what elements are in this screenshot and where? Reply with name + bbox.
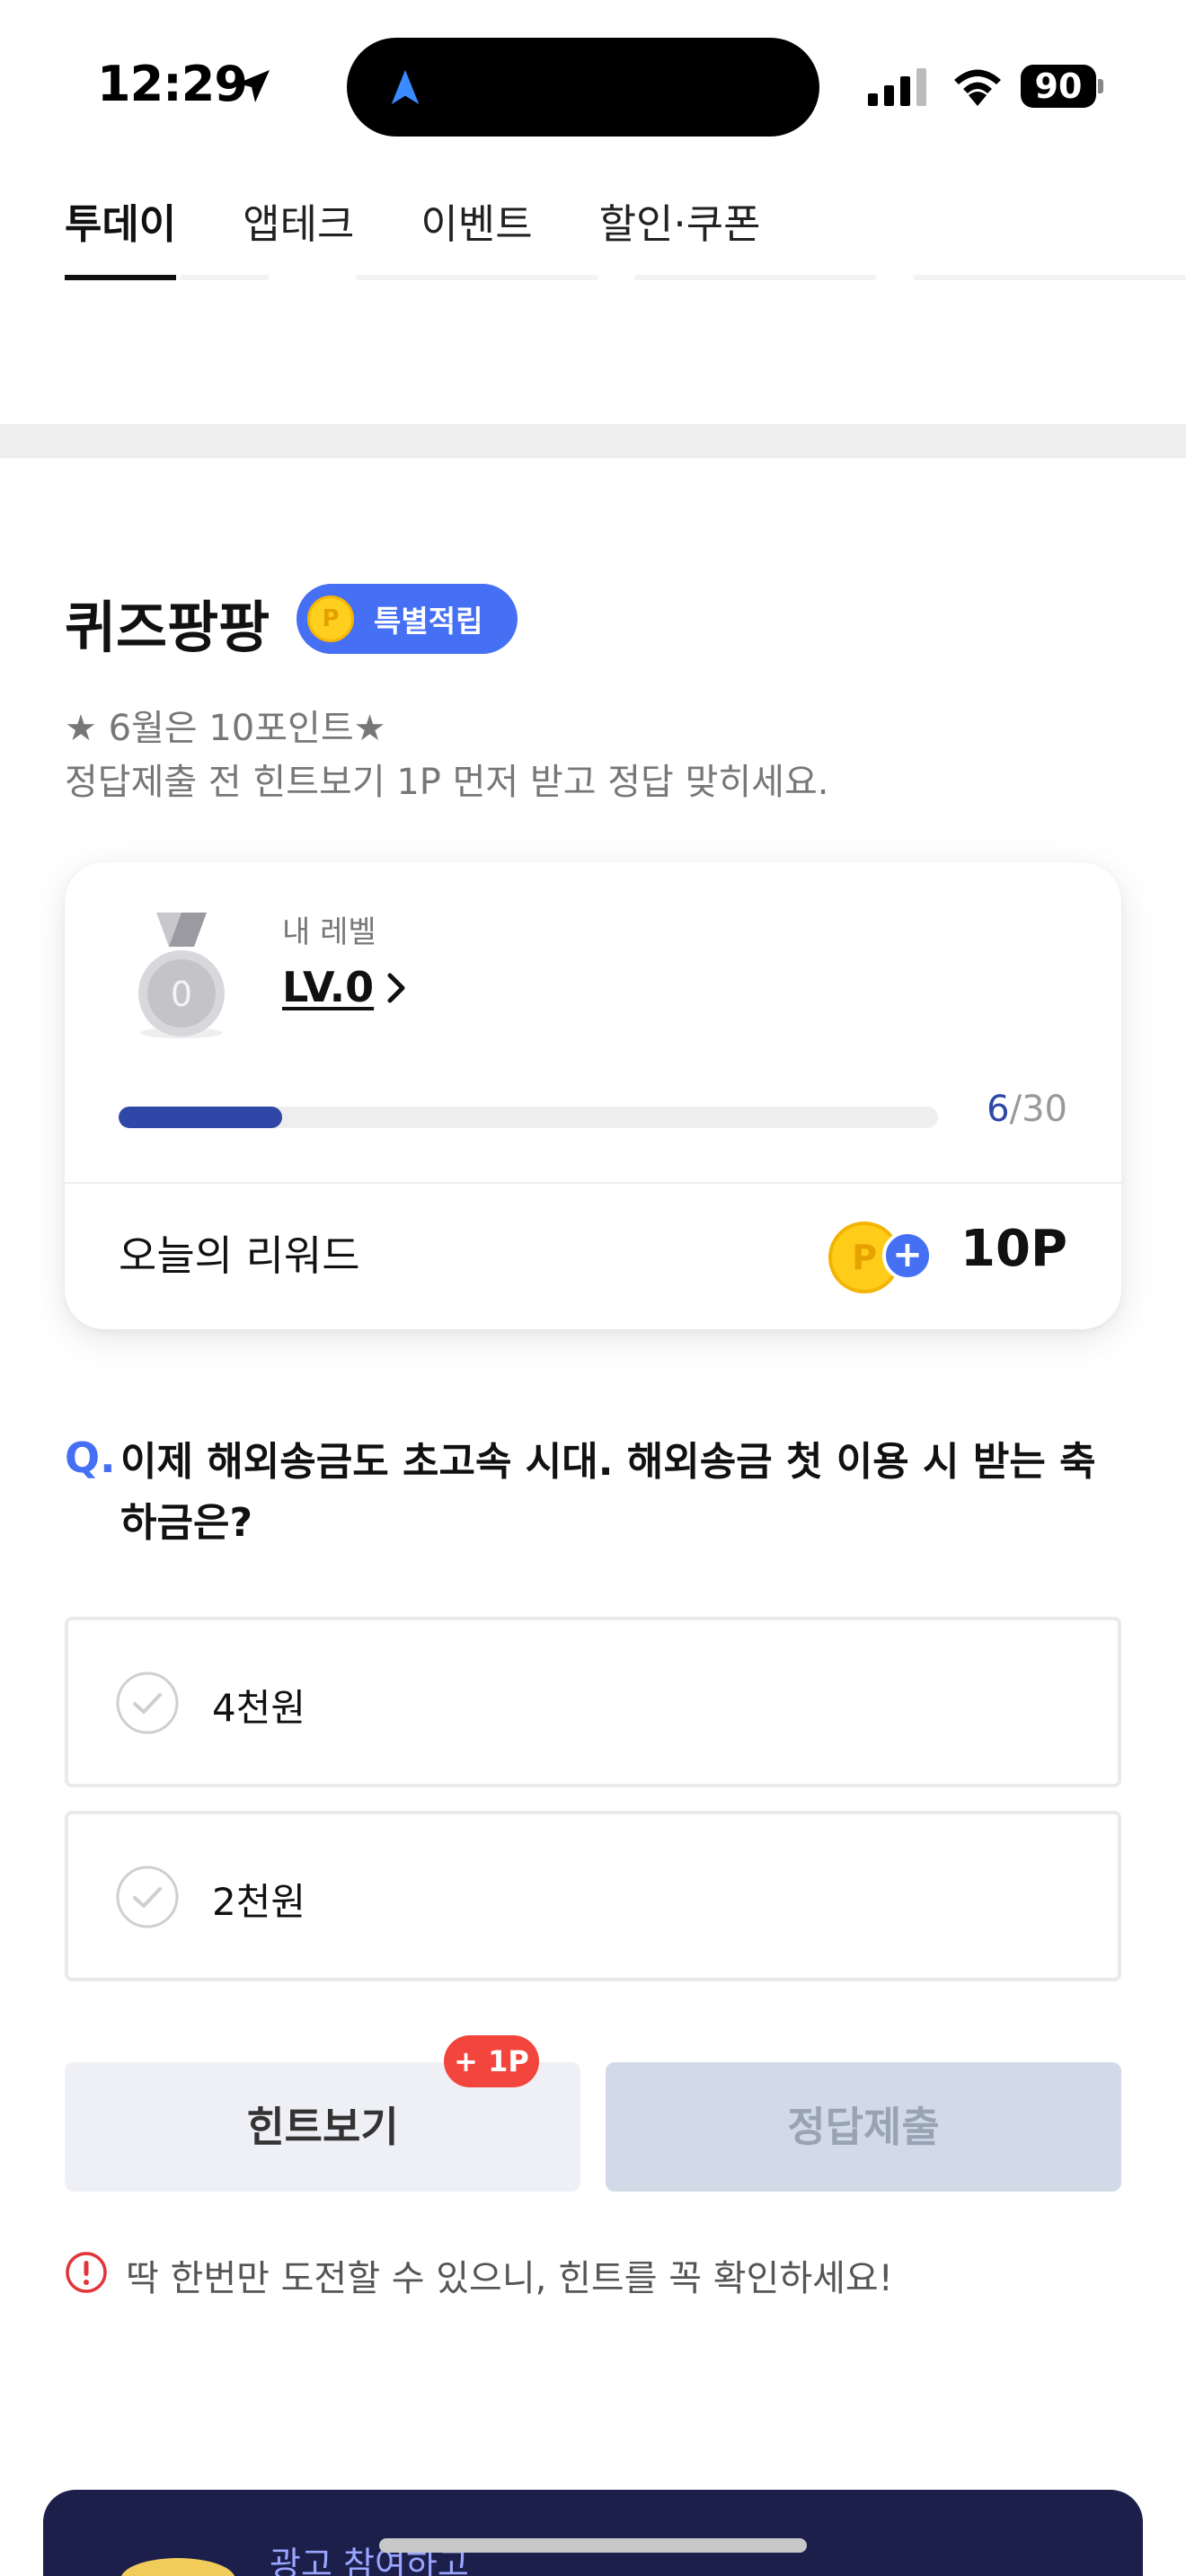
level-progress-text: 6/30: [987, 1089, 1067, 1130]
battery-level: 90: [1021, 65, 1096, 108]
level-card: 0 내 레벨 LV.0 6/30 오늘의 리워드 P + 10P: [65, 862, 1121, 1329]
card-shadow: [180, 275, 270, 280]
tab-discount-coupon[interactable]: 할인·쿠폰: [599, 189, 761, 280]
option-label: 4천원: [212, 1686, 306, 1730]
quiz-description-1: ★ 6월은 10포인트★: [65, 708, 386, 749]
badge-label: 특별적립: [374, 604, 483, 639]
alert-icon: [66, 2252, 107, 2293]
coin-icon: P: [307, 595, 354, 642]
quiz-title: 퀴즈팡팡: [65, 595, 270, 660]
level-progress-fill: [119, 1107, 283, 1128]
level-value-link[interactable]: LV.0: [282, 963, 374, 1011]
quiz-description-2: 정답제출 전 힌트보기 1P 먼저 받고 정답 맞히세요.: [65, 762, 829, 803]
section-divider: [0, 424, 1186, 458]
card-shadow: [913, 275, 1186, 280]
answer-option[interactable]: 4천원: [65, 1617, 1121, 1787]
card-shadow: [634, 275, 877, 280]
medal-icon: 0: [138, 913, 225, 1038]
level-progress-bar: [119, 1107, 938, 1128]
battery-tip: [1098, 79, 1103, 93]
check-circle-icon: [116, 1672, 179, 1734]
plus-icon: +: [882, 1231, 933, 1281]
progress-separator: /: [1009, 1089, 1022, 1130]
question-text: 이제 해외송금도 초고속 시대. 해외송금 첫 이용 시 받는 축하금은?: [120, 1439, 1096, 1546]
location-arrow-icon: [237, 70, 270, 102]
check-circle-icon: [116, 1866, 179, 1928]
reward-value: 10P: [960, 1220, 1067, 1278]
question-marker: Q.: [65, 1434, 116, 1482]
status-time: 12:29: [97, 56, 248, 112]
tab-event[interactable]: 이벤트: [420, 189, 532, 280]
medal-number: 0: [171, 975, 192, 1014]
progress-current: 6: [987, 1089, 1010, 1130]
wifi-icon: [954, 69, 1001, 106]
submit-answer-button[interactable]: 정답제출: [606, 2062, 1121, 2192]
answer-option[interactable]: 2천원: [65, 1811, 1121, 1981]
battery-icon: 90: [1021, 65, 1103, 108]
reward-label: 오늘의 리워드: [119, 1231, 360, 1280]
dynamic-island: [347, 38, 819, 137]
cellular-signal-icon: [868, 68, 926, 106]
tab-apptech[interactable]: 앱테크: [243, 189, 354, 280]
card-divider: [65, 1182, 1121, 1184]
coin-stack-icon: [120, 2558, 235, 2576]
card-shadow: [356, 275, 598, 280]
top-tabs: 투데이 앱테크 이벤트 할인·쿠폰: [65, 189, 828, 280]
warning-text: 딱 한번만 도전할 수 있으니, 힌트를 꼭 확인하세요!: [126, 2258, 893, 2299]
navigation-icon: [391, 69, 420, 105]
tab-cards-shadow: [180, 275, 1186, 282]
tab-today[interactable]: 투데이: [65, 189, 177, 280]
home-indicator[interactable]: [379, 2538, 807, 2553]
status-bar: 12:29 90: [0, 0, 1186, 171]
chevron-right-icon[interactable]: [381, 970, 412, 1006]
ad-banner[interactable]: 광고 참여하고: [43, 2490, 1143, 2576]
level-label: 내 레벨: [282, 914, 376, 950]
progress-total: 30: [1022, 1089, 1067, 1130]
special-reward-badge: P 특별적립: [296, 584, 518, 654]
option-label: 2천원: [212, 1880, 306, 1924]
hint-bonus-badge: + 1P: [444, 2035, 539, 2087]
